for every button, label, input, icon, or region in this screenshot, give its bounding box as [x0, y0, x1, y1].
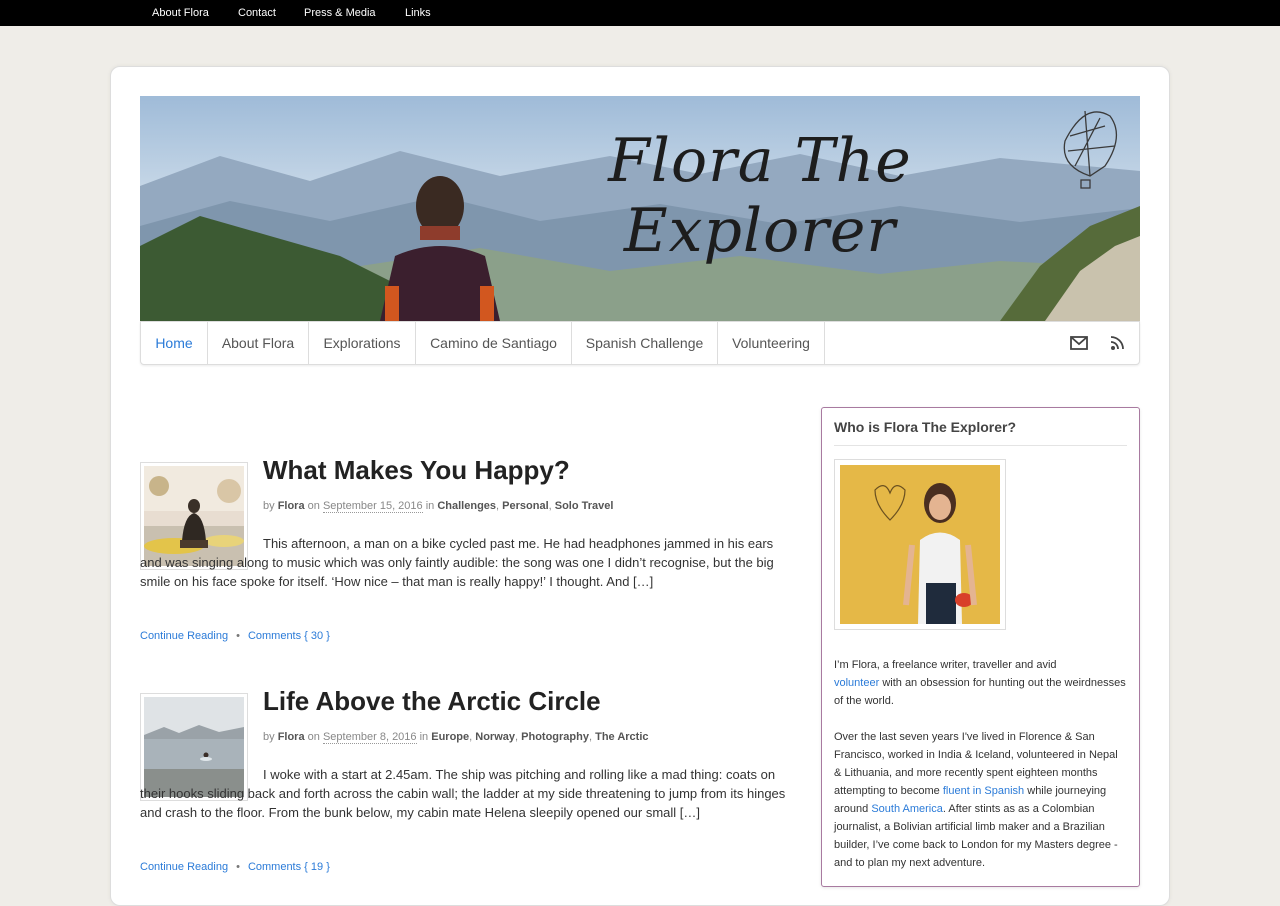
in-label: in — [425, 500, 435, 512]
post-meta: by Flora on September 8, 2016 in Europe,… — [263, 731, 649, 744]
in-label: in — [419, 731, 429, 743]
continue-reading-link[interactable]: Continue Reading — [140, 861, 228, 873]
on-label: on — [307, 500, 320, 512]
flora-portrait-image — [840, 465, 1000, 624]
nav-home[interactable]: Home — [141, 322, 208, 364]
continue-reading-link[interactable]: Continue Reading — [140, 630, 228, 642]
topnav-links[interactable]: Links — [405, 7, 431, 19]
mail-icon[interactable] — [1069, 334, 1089, 352]
south-america-link[interactable]: South America — [871, 803, 943, 815]
category-link[interactable]: Personal — [502, 500, 548, 512]
comments-link[interactable]: Comments { 30 } — [248, 630, 330, 642]
post-author[interactable]: Flora — [278, 500, 305, 512]
category-link[interactable]: Europe — [431, 731, 469, 743]
nav-explorations[interactable]: Explorations — [309, 322, 416, 364]
post-date: September 8, 2016 — [322, 731, 417, 744]
by-label: by — [263, 500, 275, 512]
category-link[interactable]: Norway — [475, 731, 515, 743]
post-meta: by Flora on September 15, 2016 in Challe… — [263, 500, 614, 513]
post-title[interactable]: Life Above the Arctic Circle — [263, 686, 601, 717]
post-excerpt: This afternoon, a man on a bike cycled p… — [140, 536, 774, 589]
intro-text: I’m Flora, a freelance writer, traveller… — [834, 659, 1057, 671]
post-title[interactable]: What Makes You Happy? — [263, 455, 570, 486]
site-title: Flora The Explorer — [608, 126, 912, 266]
topnav-about-flora[interactable]: About Flora — [152, 7, 209, 19]
volunteer-link[interactable]: volunteer — [834, 677, 879, 689]
post-date: September 15, 2016 — [322, 500, 423, 513]
by-label: by — [263, 731, 275, 743]
nav-spanish-challenge[interactable]: Spanish Challenge — [572, 322, 718, 364]
sidebar-bio-paragraph: Over the last seven years I've lived in … — [834, 728, 1126, 872]
sidebar-widget: Who is Flora The Explorer? I’m Flora, a … — [821, 407, 1140, 887]
comments-link[interactable]: Comments { 19 } — [248, 861, 330, 873]
top-bar: About Flora Contact Press & Media Links — [0, 0, 1280, 26]
nav-volunteering[interactable]: Volunteering — [718, 322, 825, 364]
category-link[interactable]: The Arctic — [595, 731, 648, 743]
fluent-in-spanish-link[interactable]: fluent in Spanish — [943, 785, 1024, 797]
sidebar-intro-paragraph: I’m Flora, a freelance writer, traveller… — [834, 656, 1126, 710]
author-photo[interactable] — [834, 459, 1006, 630]
post-excerpt: I woke with a start at 2.45am. The ship … — [140, 767, 786, 820]
nav-about-flora[interactable]: About Flora — [208, 322, 309, 364]
post-links: Continue Reading • Comments { 19 } — [140, 861, 330, 873]
site-banner[interactable]: Flora The Explorer — [140, 96, 1140, 321]
post-links: Continue Reading • Comments { 30 } — [140, 630, 330, 642]
rss-icon[interactable] — [1108, 334, 1128, 352]
category-link[interactable]: Photography — [521, 731, 589, 743]
main-nav: Home About Flora Explorations Camino de … — [140, 321, 1140, 365]
separator: • — [236, 630, 240, 642]
category-link[interactable]: Solo Travel — [555, 500, 614, 512]
category-link[interactable]: Challenges — [437, 500, 496, 512]
topnav-contact[interactable]: Contact — [238, 7, 276, 19]
on-label: on — [307, 731, 320, 743]
topnav-press-media[interactable]: Press & Media — [304, 7, 376, 19]
nav-camino-de-santiago[interactable]: Camino de Santiago — [416, 322, 572, 364]
sidebar-title: Who is Flora The Explorer? — [834, 419, 1127, 446]
post-author[interactable]: Flora — [278, 731, 305, 743]
separator: • — [236, 861, 240, 873]
